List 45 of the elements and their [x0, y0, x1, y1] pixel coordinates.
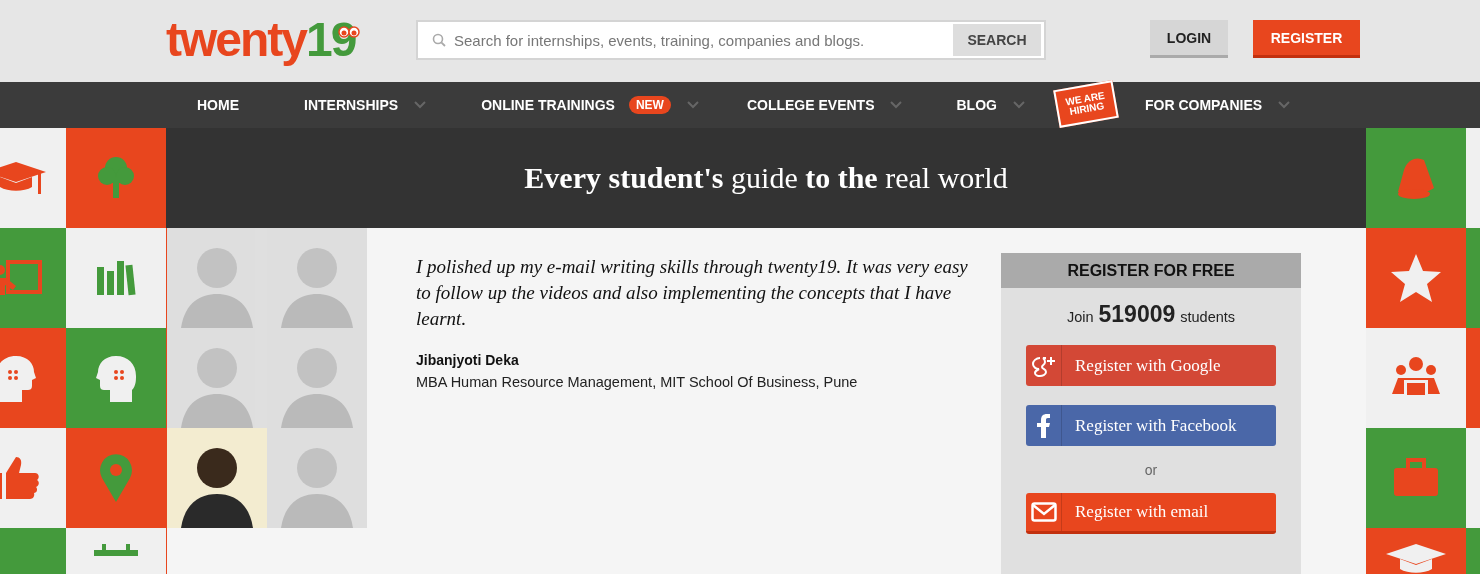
bell-icon — [1396, 156, 1436, 200]
register-button[interactable]: REGISTER — [1253, 20, 1360, 58]
calendar-icon — [94, 542, 138, 556]
nav-link[interactable]: FOR COMPANIES — [1144, 97, 1263, 113]
google-register-button[interactable]: Register with Google — [1026, 345, 1276, 386]
head-dots-icon — [96, 354, 136, 402]
author-name: Jibanjyoti Deka — [416, 352, 520, 368]
facebook-icon — [1036, 413, 1051, 438]
headline: Every student's guide to the real world — [524, 161, 1008, 195]
caret-icon[interactable] — [1012, 101, 1025, 109]
nav-link[interactable]: ONLINE TRAININGS — [481, 97, 615, 113]
caret-icon[interactable] — [686, 101, 699, 109]
thumbs-up-icon — [0, 455, 42, 501]
books-icon — [95, 259, 137, 297]
search-icon — [432, 33, 446, 47]
nav-link[interactable]: BLOG — [956, 97, 997, 113]
email-register-button[interactable]: Register with email — [1026, 493, 1276, 534]
nav-link[interactable]: COLLEGE EVENTS — [746, 97, 875, 113]
or-label: or — [1144, 462, 1158, 478]
google-plus-icon — [1030, 354, 1057, 377]
caret-icon[interactable] — [1278, 101, 1291, 109]
student-count: 519009 — [1098, 301, 1176, 328]
caret-icon[interactable] — [414, 101, 427, 109]
graduation-cap-icon — [0, 160, 46, 196]
search-button[interactable]: SEARCH — [953, 24, 1041, 56]
facebook-register-button[interactable]: Register with Facebook — [1026, 405, 1276, 446]
envelope-icon — [1030, 502, 1057, 522]
map-pin-icon — [100, 452, 132, 504]
nav-link[interactable]: HOME — [197, 97, 239, 113]
join-label: Join — [1066, 309, 1094, 325]
briefcase-icon — [1392, 458, 1440, 498]
new-badge: NEW — [628, 96, 671, 114]
graduation-cap-icon — [1386, 542, 1446, 574]
hiring-sign[interactable]: WE ARE HIRING — [1053, 80, 1120, 128]
testimonial-quote: I polished up my e-mail writing skills through twenty19. It was very easy to follow up the videos and also implementing the concepts that I have learnt. — [416, 255, 969, 331]
students-label: students — [1180, 309, 1236, 325]
card-title: REGISTER FOR FREE — [1001, 253, 1301, 288]
presenter-board-icon — [0, 258, 42, 298]
login-button[interactable]: LOGIN — [1150, 20, 1228, 58]
photo-placeholder[interactable] — [167, 428, 267, 528]
nav-link[interactable]: INTERNSHIPS — [304, 97, 399, 113]
author-detail: MBA Human Resource Management, MIT School Of Business, Pune — [416, 374, 859, 390]
caret-icon[interactable] — [890, 101, 903, 109]
search-field[interactable]: Search for internships, events, training, companies and blogs. SEARCH — [416, 20, 1046, 60]
star-icon — [1390, 253, 1442, 303]
